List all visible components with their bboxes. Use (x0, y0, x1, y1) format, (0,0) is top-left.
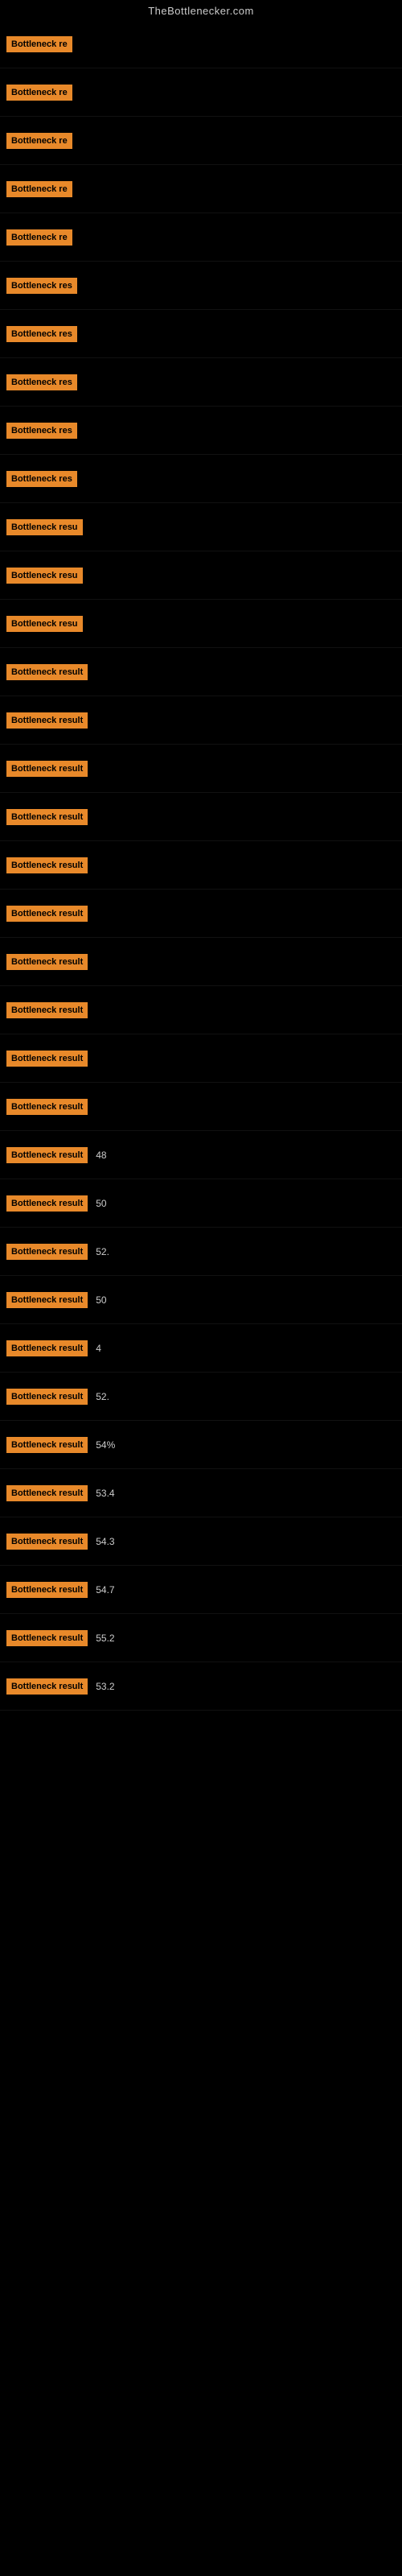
bottleneck-label: Bottleneck res (6, 374, 77, 390)
bottleneck-label: Bottleneck result (6, 1244, 88, 1260)
bottleneck-label: Bottleneck result (6, 1002, 88, 1018)
table-row: Bottleneck result (0, 986, 402, 1034)
table-row: Bottleneck result 50 (0, 1276, 402, 1324)
table-row: Bottleneck result 53.4 (0, 1469, 402, 1517)
bottleneck-label: Bottleneck result (6, 809, 88, 825)
table-row: Bottleneck result (0, 1083, 402, 1131)
bottleneck-label: Bottleneck re (6, 181, 72, 197)
table-row: Bottleneck result (0, 841, 402, 890)
bottleneck-label: Bottleneck resu (6, 616, 83, 632)
table-row: Bottleneck re (0, 117, 402, 165)
bottleneck-value: 54% (96, 1439, 115, 1451)
bottleneck-label: Bottleneck res (6, 423, 77, 439)
table-row: Bottleneck result (0, 938, 402, 986)
table-row: Bottleneck result (0, 745, 402, 793)
table-row: Bottleneck re (0, 213, 402, 262)
table-row: Bottleneck re (0, 20, 402, 68)
bottleneck-label: Bottleneck res (6, 471, 77, 487)
bottleneck-label: Bottleneck result (6, 1195, 88, 1212)
bottleneck-value: 54.3 (96, 1536, 114, 1547)
bottleneck-label: Bottleneck res (6, 326, 77, 342)
table-row: Bottleneck result 55.2 (0, 1614, 402, 1662)
bottleneck-label: Bottleneck re (6, 36, 72, 52)
table-row: Bottleneck result (0, 890, 402, 938)
bottleneck-label: Bottleneck re (6, 133, 72, 149)
bottleneck-value: 52. (96, 1391, 109, 1402)
bottleneck-label: Bottleneck result (6, 1582, 88, 1598)
site-title: TheBottlenecker.com (0, 0, 402, 20)
bottleneck-label: Bottleneck result (6, 1389, 88, 1405)
table-row: Bottleneck result 54% (0, 1421, 402, 1469)
bottleneck-label: Bottleneck result (6, 857, 88, 873)
table-row: Bottleneck result 54.7 (0, 1566, 402, 1614)
table-row: Bottleneck result 54.3 (0, 1517, 402, 1566)
table-row: Bottleneck result 50 (0, 1179, 402, 1228)
bottleneck-label: Bottleneck re (6, 85, 72, 101)
bottleneck-value: 50 (96, 1198, 106, 1209)
table-row: Bottleneck re (0, 165, 402, 213)
table-row: Bottleneck result 52. (0, 1228, 402, 1276)
bottleneck-label: Bottleneck result (6, 1099, 88, 1115)
bottleneck-label: Bottleneck res (6, 278, 77, 294)
bottleneck-value: 4 (96, 1343, 101, 1354)
bottleneck-value: 53.4 (96, 1488, 114, 1499)
table-row: Bottleneck result 53.2 (0, 1662, 402, 1711)
table-row: Bottleneck result 4 (0, 1324, 402, 1373)
bottleneck-label: Bottleneck result (6, 954, 88, 970)
table-row: Bottleneck result (0, 793, 402, 841)
bottleneck-label: Bottleneck result (6, 1340, 88, 1356)
bottleneck-label: Bottleneck result (6, 1678, 88, 1695)
bottleneck-label: Bottleneck re (6, 229, 72, 246)
bottleneck-value: 52. (96, 1246, 109, 1257)
table-row: Bottleneck result (0, 648, 402, 696)
bottleneck-label: Bottleneck result (6, 664, 88, 680)
table-row: Bottleneck res (0, 262, 402, 310)
bottleneck-value: 48 (96, 1150, 106, 1161)
bottleneck-value: 50 (96, 1294, 106, 1306)
bottleneck-label: Bottleneck resu (6, 519, 83, 535)
bottleneck-label: Bottleneck result (6, 761, 88, 777)
bottleneck-label: Bottleneck result (6, 712, 88, 729)
table-row: Bottleneck resu (0, 600, 402, 648)
table-row: Bottleneck result 52. (0, 1373, 402, 1421)
table-row: Bottleneck result (0, 696, 402, 745)
bottleneck-value: 55.2 (96, 1633, 114, 1644)
table-row: Bottleneck result 48 (0, 1131, 402, 1179)
table-row: Bottleneck resu (0, 551, 402, 600)
bottleneck-label: Bottleneck result (6, 1437, 88, 1453)
bottleneck-value: 54.7 (96, 1584, 114, 1596)
table-row: Bottleneck res (0, 310, 402, 358)
table-row: Bottleneck res (0, 407, 402, 455)
bottleneck-label: Bottleneck resu (6, 568, 83, 584)
table-row: Bottleneck res (0, 455, 402, 503)
bottleneck-label: Bottleneck result (6, 1534, 88, 1550)
bottleneck-label: Bottleneck result (6, 1147, 88, 1163)
bottleneck-value: 53.2 (96, 1681, 114, 1692)
table-row: Bottleneck res (0, 358, 402, 407)
table-row: Bottleneck resu (0, 503, 402, 551)
table-row: Bottleneck re (0, 68, 402, 117)
bottleneck-label: Bottleneck result (6, 1485, 88, 1501)
bottleneck-label: Bottleneck result (6, 1292, 88, 1308)
bottleneck-label: Bottleneck result (6, 1630, 88, 1646)
table-row: Bottleneck result (0, 1034, 402, 1083)
bottleneck-label: Bottleneck result (6, 906, 88, 922)
bottleneck-label: Bottleneck result (6, 1051, 88, 1067)
